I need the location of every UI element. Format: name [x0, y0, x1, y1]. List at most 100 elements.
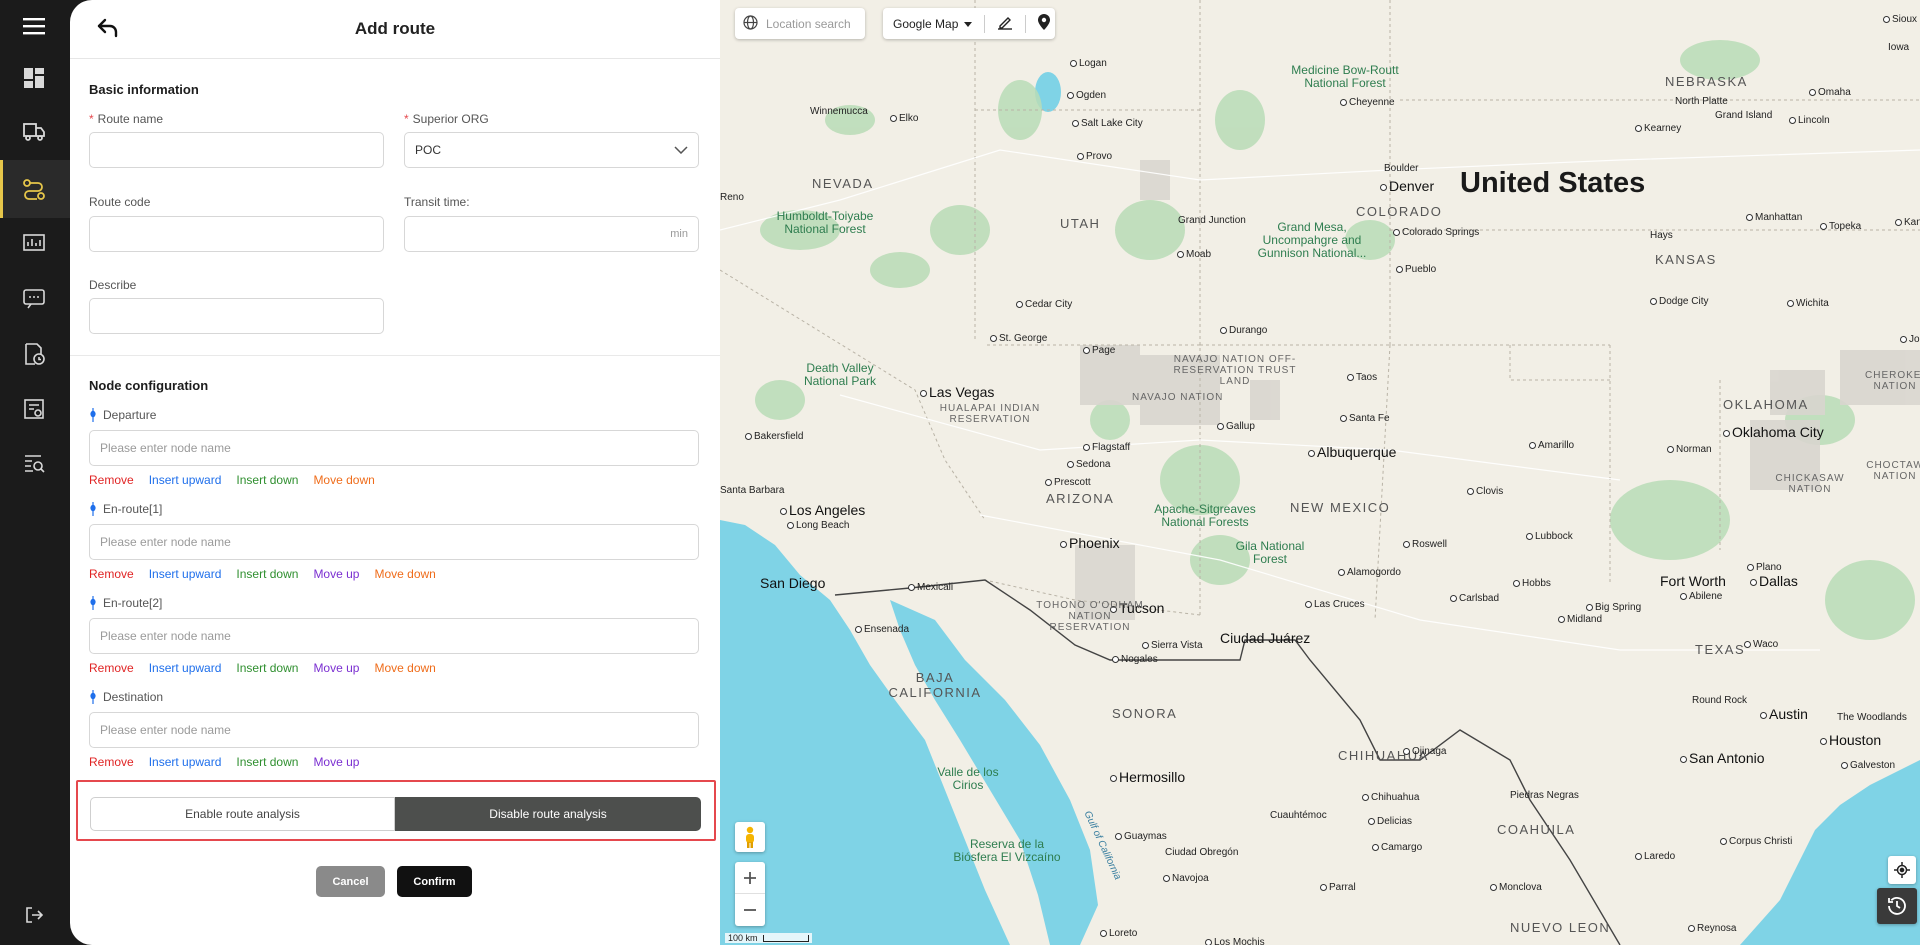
map-park-label: Grand Mesa, Uncompahgre and Gunnison Nat…	[1257, 220, 1367, 260]
map-city-label: Cuauhtémoc	[1270, 810, 1327, 821]
map-park-label: Medicine Bow-Routt National Forest	[1291, 63, 1399, 90]
map-city-label: Corpus Christi	[1720, 836, 1792, 847]
insert-upward-button[interactable]: Insert upward	[149, 755, 222, 769]
insert-down-button[interactable]: Insert down	[236, 661, 298, 675]
map-city-label: Durango	[1220, 325, 1267, 336]
document-clock-icon[interactable]	[20, 340, 48, 368]
zoom-control	[735, 862, 765, 926]
insert-upward-button[interactable]: Insert upward	[149, 567, 222, 581]
map-state-label: COLORADO	[1356, 204, 1443, 219]
map-city-label: Big Spring	[1586, 602, 1641, 613]
history-icon[interactable]	[1877, 888, 1917, 924]
map-city-label: Reno	[720, 192, 744, 203]
map-city-label: Grand Island	[1715, 110, 1773, 121]
map-reserve-label: CHOCTAW NATION	[1866, 460, 1920, 482]
node-input-placeholder: Please enter node name	[100, 441, 231, 455]
page-title: Add route	[354, 19, 436, 38]
map-city-label: Topeka	[1820, 221, 1861, 232]
route-name-label: * Route name	[89, 112, 164, 126]
map-city-label: Alamogordo	[1338, 567, 1401, 578]
insert-upward-button[interactable]: Insert upward	[149, 661, 222, 675]
map-city-label: Colorado Springs	[1393, 227, 1479, 238]
move-down-button[interactable]: Move down	[374, 567, 435, 581]
map-city-label: Galveston	[1841, 760, 1895, 771]
map-city-label: Kansas C	[1895, 217, 1920, 228]
remove-button[interactable]: Remove	[89, 755, 134, 769]
move-down-button[interactable]: Move down	[374, 661, 435, 675]
map-city-label: Chihuahua	[1362, 792, 1419, 803]
map-city-label: Norman	[1667, 444, 1712, 455]
list-search-icon[interactable]	[20, 450, 48, 478]
map-state-label: TEXAS	[1695, 642, 1746, 657]
dashboard-icon[interactable]	[20, 64, 48, 92]
monitor-chart-icon[interactable]	[20, 230, 48, 258]
map-city-label: Iowa	[1888, 42, 1910, 53]
map-type-select[interactable]: Google Map	[893, 17, 958, 31]
move-down-button[interactable]: Move down	[313, 473, 374, 487]
map-city-label: Camargo	[1372, 842, 1422, 853]
enable-route-analysis-button[interactable]: Enable route analysis	[90, 797, 395, 831]
map-park-label: Reserva de la Biósfera El Vizcaíno	[953, 837, 1061, 864]
caret-down-icon[interactable]	[964, 17, 973, 31]
street-view-pegman-icon[interactable]	[735, 822, 765, 852]
remove-button[interactable]: Remove	[89, 473, 134, 487]
route-icon[interactable]	[20, 175, 48, 203]
transit-time-input[interactable]: min	[404, 216, 699, 252]
disable-route-analysis-button[interactable]: Disable route analysis	[395, 797, 701, 831]
remove-button[interactable]: Remove	[89, 661, 134, 675]
node-input-en-route-2[interactable]: Please enter node name	[89, 618, 699, 654]
map-city-label: Midland	[1558, 614, 1602, 625]
route-code-input[interactable]	[89, 216, 384, 252]
insert-down-button[interactable]: Insert down	[236, 473, 298, 487]
insert-upward-button[interactable]: Insert upward	[149, 473, 222, 487]
map-city-label: Lubbock	[1526, 531, 1573, 542]
zoom-out-icon[interactable]	[735, 894, 765, 926]
map-city-label: Oklahoma City	[1723, 424, 1824, 440]
nav-rail	[0, 0, 70, 945]
map-state-label: SONORA	[1112, 706, 1178, 721]
node-pin-icon	[90, 502, 96, 516]
zoom-in-icon[interactable]	[735, 862, 765, 894]
logout-icon[interactable]	[20, 901, 48, 929]
map-city-label: Dodge City	[1650, 296, 1708, 307]
superior-org-select[interactable]: POC	[404, 132, 699, 168]
draw-pen-icon[interactable]	[997, 14, 1013, 33]
move-up-button[interactable]: Move up	[313, 661, 359, 675]
map-city-label: The Woodlands	[1837, 712, 1907, 723]
map-pin-icon[interactable]	[1038, 14, 1051, 33]
map-state-label: NEBRASKA	[1665, 74, 1748, 89]
remove-button[interactable]: Remove	[89, 567, 134, 581]
insert-down-button[interactable]: Insert down	[236, 567, 298, 581]
map-city-label: Cedar City	[1016, 299, 1072, 310]
map-city-label: Logan	[1070, 58, 1107, 69]
truck-icon[interactable]	[20, 118, 48, 146]
report-search-icon[interactable]	[20, 395, 48, 423]
map-view[interactable]: United States NEVADA UTAH COLORADO KANSA…	[720, 0, 1920, 945]
map-city-label: Sioux City	[1883, 14, 1920, 25]
move-up-button[interactable]: Move up	[313, 567, 359, 581]
route-name-input[interactable]	[89, 132, 384, 168]
transit-time-unit: min	[670, 228, 688, 240]
confirm-button[interactable]: Confirm	[397, 866, 472, 897]
move-up-button[interactable]: Move up	[313, 755, 359, 769]
map-city-label: Hobbs	[1513, 578, 1551, 589]
node-input-destination[interactable]: Please enter node name	[89, 712, 699, 748]
node-input-departure[interactable]: Please enter node name	[89, 430, 699, 466]
cancel-button[interactable]: Cancel	[316, 866, 385, 897]
map-state-label: NEVADA	[812, 176, 874, 191]
message-icon[interactable]	[20, 285, 48, 313]
map-city-label: Omaha	[1809, 87, 1851, 98]
chevron-down-icon	[674, 143, 688, 157]
map-city-label: Long Beach	[787, 520, 849, 531]
map-city-label: Salt Lake City	[1072, 118, 1143, 129]
route-code-label: Route code	[89, 195, 151, 209]
map-city-label: Albuquerque	[1308, 444, 1396, 460]
insert-down-button[interactable]: Insert down	[236, 755, 298, 769]
node-input-en-route-1[interactable]: Please enter node name	[89, 524, 699, 560]
map-park-label: Valle de los Cirios	[937, 765, 999, 792]
describe-input[interactable]	[89, 298, 384, 334]
locate-me-icon[interactable]	[1888, 856, 1916, 884]
hamburger-menu-icon[interactable]	[20, 12, 48, 40]
map-city-label: Taos	[1347, 372, 1377, 383]
location-search-input[interactable]: Location search	[735, 8, 865, 39]
